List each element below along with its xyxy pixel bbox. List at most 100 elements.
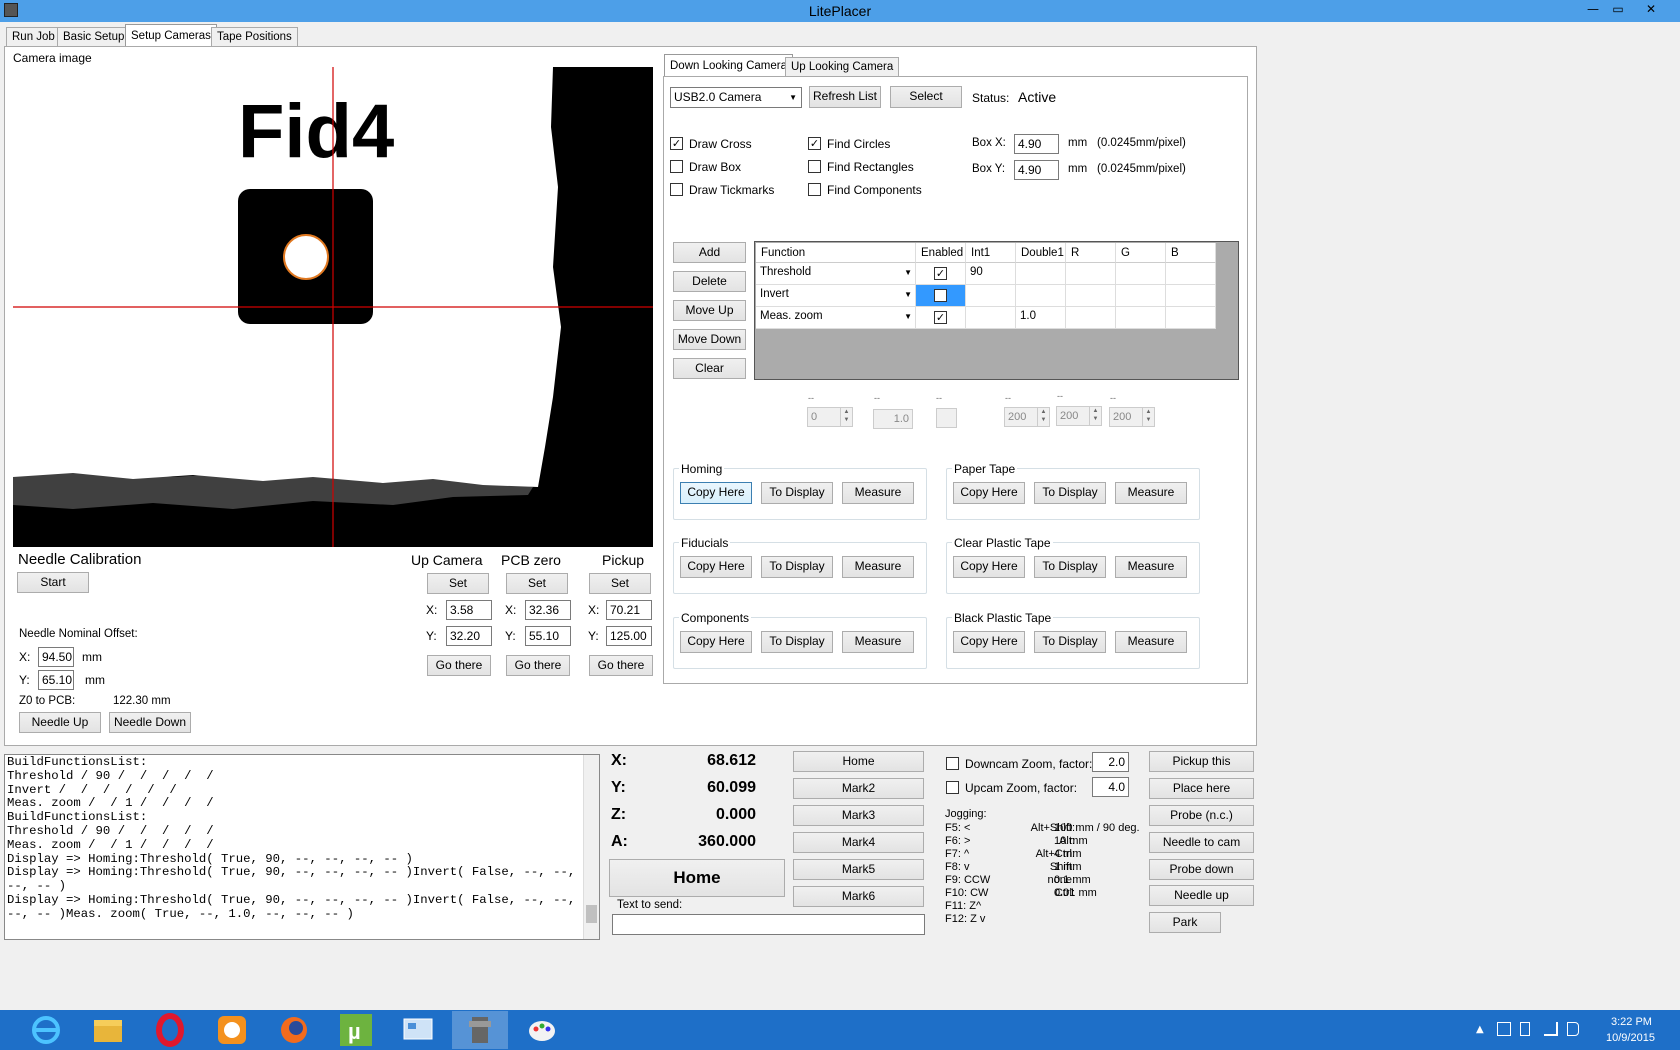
tray-battery-icon[interactable] — [1520, 1022, 1530, 1036]
pcb-zero-set-button[interactable]: Set — [506, 573, 568, 594]
downcam-zoom-checkbox[interactable] — [946, 757, 959, 770]
homing-to-display-button[interactable]: To Display — [761, 482, 833, 504]
clear-plastic-copy-here-button[interactable]: Copy Here — [953, 556, 1025, 578]
pcb-zero-y-field[interactable]: 55.10 — [525, 626, 571, 646]
log-scrollbar[interactable] — [583, 755, 599, 939]
param-b-spinner[interactable]: 200 ▲ ▼ — [1109, 407, 1155, 427]
homing-copy-here-button[interactable]: Copy Here — [680, 482, 752, 504]
paper-copy-here-button[interactable]: Copy Here — [953, 482, 1025, 504]
file-explorer-icon[interactable] — [80, 1011, 136, 1049]
grid-g-cell[interactable] — [1116, 307, 1166, 329]
black-plastic-measure-button[interactable]: Measure — [1115, 631, 1187, 653]
grid-int1-cell[interactable] — [966, 307, 1016, 329]
grid-double1-cell[interactable] — [1016, 263, 1066, 285]
needle-down-button[interactable]: Needle Down — [109, 712, 191, 733]
draw-box-checkbox[interactable] — [670, 160, 683, 173]
move-down-button[interactable]: Move Down — [673, 329, 746, 350]
find-components-checkbox[interactable] — [808, 183, 821, 196]
grid-r-cell[interactable] — [1066, 263, 1116, 285]
needle-cal-start-button[interactable]: Start — [17, 572, 89, 593]
find-circles-checkbox[interactable]: ✓ — [808, 137, 821, 150]
opera-icon[interactable] — [142, 1011, 198, 1049]
mark5-button[interactable]: Mark5 — [793, 859, 924, 880]
param-double-field[interactable]: 1.0 — [873, 409, 913, 429]
paper-to-display-button[interactable]: To Display — [1034, 482, 1106, 504]
grid-enabled-cell[interactable]: ✓ — [916, 307, 966, 329]
param-int-spinner[interactable]: 0 ▲ ▼ — [807, 407, 853, 427]
grid-b-cell[interactable] — [1166, 263, 1216, 285]
pcb-zero-x-field[interactable]: 32.36 — [525, 600, 571, 620]
mark2-button[interactable]: Mark2 — [793, 778, 924, 799]
up-camera-go-button[interactable]: Go there — [427, 655, 491, 676]
needle-offset-x-field[interactable]: 94.50 — [38, 647, 74, 667]
grid-int1-cell[interactable] — [966, 285, 1016, 307]
move-up-button[interactable]: Move Up — [673, 300, 746, 321]
tab-basic-setup[interactable]: Basic Setup — [57, 27, 131, 46]
black-plastic-copy-here-button[interactable]: Copy Here — [953, 631, 1025, 653]
add-function-button[interactable]: Add — [673, 242, 746, 263]
components-to-display-button[interactable]: To Display — [761, 631, 833, 653]
upcam-zoom-field[interactable]: 4.0 — [1092, 777, 1129, 797]
paper-measure-button[interactable]: Measure — [1115, 482, 1187, 504]
mark4-button[interactable]: Mark4 — [793, 832, 924, 853]
grid-enabled-cell[interactable]: ✓ — [916, 263, 966, 285]
grid-double1-cell[interactable] — [1016, 285, 1066, 307]
param-g-spinner[interactable]: 200 ▲ ▼ — [1056, 406, 1102, 426]
grid-enabled-checkbox[interactable] — [934, 289, 947, 302]
pickup-set-button[interactable]: Set — [589, 573, 651, 594]
grid-r-cell[interactable] — [1066, 307, 1116, 329]
grid-int1-cell[interactable]: 90 — [966, 263, 1016, 285]
refresh-list-button[interactable]: Refresh List — [809, 86, 881, 108]
tray-expand-icon[interactable]: ▲ — [1476, 1024, 1484, 1035]
box-x-field[interactable]: 4.90 — [1014, 134, 1059, 154]
needle-offset-y-field[interactable]: 65.10 — [38, 670, 74, 690]
probe-nc-button[interactable]: Probe (n.c.) — [1149, 805, 1254, 826]
camera-image[interactable]: Fid4 — [13, 67, 653, 547]
paint-icon[interactable] — [514, 1011, 570, 1049]
control-panel-icon[interactable] — [390, 1011, 446, 1049]
log-scrollbar-thumb[interactable] — [586, 905, 597, 923]
utorrent-icon[interactable]: µ — [328, 1011, 384, 1049]
fiducials-measure-button[interactable]: Measure — [842, 556, 914, 578]
delete-function-button[interactable]: Delete — [673, 271, 746, 292]
param-r-spinner[interactable]: 200 ▲ ▼ — [1004, 407, 1050, 427]
mark3-button[interactable]: Mark3 — [793, 805, 924, 826]
grid-b-cell[interactable] — [1166, 307, 1216, 329]
pcb-zero-go-button[interactable]: Go there — [506, 655, 570, 676]
clock-time[interactable]: 3:22 PM — [1611, 1016, 1652, 1028]
black-plastic-to-display-button[interactable]: To Display — [1034, 631, 1106, 653]
place-here-button[interactable]: Place here — [1149, 778, 1254, 799]
param-color-box[interactable] — [936, 408, 957, 428]
downcam-zoom-field[interactable]: 2.0 — [1092, 752, 1129, 772]
grid-enabled-checkbox[interactable]: ✓ — [934, 311, 947, 324]
up-camera-y-field[interactable]: 32.20 — [446, 626, 492, 646]
pickup-y-field[interactable]: 125.00 — [606, 626, 652, 646]
up-camera-x-field[interactable]: 3.58 — [446, 600, 492, 620]
probe-down-button[interactable]: Probe down — [1149, 859, 1254, 880]
home-big-button[interactable]: Home — [609, 859, 785, 897]
clear-plastic-to-display-button[interactable]: To Display — [1034, 556, 1106, 578]
grid-g-cell[interactable] — [1116, 285, 1166, 307]
mark6-button[interactable]: Mark6 — [793, 886, 924, 907]
pickup-x-field[interactable]: 70.21 — [606, 600, 652, 620]
tab-up-camera[interactable]: Up Looking Camera — [785, 57, 900, 76]
tray-flag-icon[interactable] — [1497, 1022, 1511, 1036]
app-orange-icon[interactable] — [204, 1011, 260, 1049]
grid-r-cell[interactable] — [1066, 285, 1116, 307]
maximize-button[interactable]: ▭ — [1607, 2, 1629, 18]
components-copy-here-button[interactable]: Copy Here — [680, 631, 752, 653]
tab-setup-cameras[interactable]: Setup Cameras — [125, 24, 217, 47]
fiducials-copy-here-button[interactable]: Copy Here — [680, 556, 752, 578]
log-textbox[interactable]: BuildFunctionsList: Threshold / 90 / / /… — [4, 754, 600, 940]
clear-functions-button[interactable]: Clear — [673, 358, 746, 379]
grid-function-cell[interactable]: Meas. zoom ▼ — [756, 307, 916, 329]
tab-run-job[interactable]: Run Job — [6, 27, 61, 46]
tray-volume-icon[interactable] — [1567, 1022, 1579, 1036]
select-button[interactable]: Select — [890, 86, 962, 108]
grid-b-cell[interactable] — [1166, 285, 1216, 307]
firefox-icon[interactable] — [266, 1011, 322, 1049]
tray-network-icon[interactable] — [1544, 1022, 1558, 1036]
box-y-field[interactable]: 4.90 — [1014, 160, 1059, 180]
pickup-this-button[interactable]: Pickup this — [1149, 751, 1254, 772]
internet-explorer-icon[interactable] — [18, 1011, 74, 1049]
